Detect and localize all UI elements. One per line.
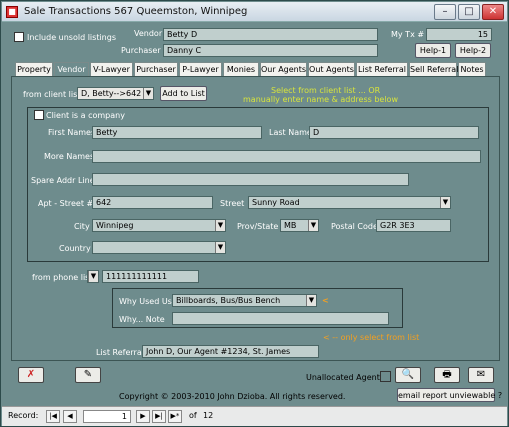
window-title: Sale Transactions 567 Queemston, Winnipe… [24, 6, 248, 17]
why-used-combo[interactable]: Billboards, Bus/Bus Bench ▼ [172, 294, 317, 307]
help-2-button[interactable]: Help-2 [455, 43, 491, 58]
apt-street-field[interactable]: 642 [92, 196, 213, 209]
total-records: 12 [203, 411, 214, 420]
tab-list-referral[interactable]: List Referral [356, 62, 408, 77]
first-names-field[interactable]: Betty [92, 126, 262, 139]
first-record-icon[interactable]: |◀ [46, 410, 60, 423]
chevron-down-icon[interactable]: ▼ [88, 271, 98, 282]
list-referral-label: List Referral [96, 348, 144, 357]
minimize-button[interactable]: – [434, 4, 456, 20]
city-label: City [74, 222, 90, 231]
tab-notes[interactable]: Notes [458, 62, 486, 77]
unallocated-agents-checkbox[interactable] [380, 371, 391, 382]
unallocated-agents-label: Unallocated Agents [306, 373, 384, 382]
preview-report-icon[interactable]: 🔍 [395, 367, 421, 383]
help-1-button[interactable]: Help-1 [415, 43, 451, 58]
prov-state-label: Prov/State [237, 222, 279, 231]
tab-p-lawyer[interactable]: P-Lawyer [179, 62, 222, 77]
tab-monies[interactable]: Monies [223, 62, 259, 77]
chevron-down-icon[interactable]: ▼ [215, 220, 225, 231]
street-combo[interactable]: Sunny Road ▼ [248, 196, 451, 209]
edit-record-icon[interactable]: ✎ [75, 367, 101, 383]
city-value: Winnipeg [96, 221, 134, 230]
chevron-down-icon[interactable]: ▼ [215, 242, 225, 253]
postal-code-field[interactable]: G2R 3E3 [376, 219, 451, 232]
mytx-label: My Tx # [391, 30, 425, 39]
mytx-field[interactable]: 15 [426, 28, 492, 41]
chevron-down-icon[interactable]: ▼ [308, 220, 318, 231]
application-window: ■ Sale Transactions 567 Queemston, Winni… [0, 0, 509, 427]
email-icon[interactable]: ✉ [468, 367, 494, 383]
title-bar[interactable]: ■ Sale Transactions 567 Queemston, Winni… [2, 2, 507, 22]
client-list-label: from client list [23, 90, 81, 99]
tab-out-agents[interactable]: Out Agents [308, 62, 355, 77]
vendor-label: Vendor [134, 29, 163, 38]
last-name-label: Last Name [269, 128, 312, 137]
city-combo[interactable]: Winnipeg ▼ [92, 219, 226, 232]
record-label: Record: [8, 411, 39, 420]
previous-record-icon[interactable]: ◀ [63, 410, 77, 423]
app-red-icon: ■ [6, 6, 18, 18]
country-label: Country [59, 244, 91, 253]
more-names-label: More Names [44, 152, 95, 161]
close-button[interactable]: ✕ [482, 4, 504, 20]
prov-state-combo[interactable]: MB ▼ [280, 219, 319, 232]
new-record-icon[interactable]: ▶* [168, 410, 182, 423]
more-names-field[interactable] [92, 150, 481, 163]
hint-line-2: manually enter name & address below [243, 95, 398, 104]
email-report-button[interactable]: email report unviewable ? [397, 388, 502, 402]
phone-field[interactable]: 111111111111 [102, 270, 199, 283]
vendor-field[interactable]: Betty D [163, 28, 378, 41]
country-combo[interactable]: ▼ [92, 241, 226, 254]
why-note-label: Why... Note [119, 315, 165, 324]
tab-sell-referral[interactable]: Sell Referral [409, 62, 458, 77]
last-name-field[interactable]: D [309, 126, 479, 139]
copyright-text: Copyright © 2003-2010 John Dzioba. All r… [119, 392, 346, 401]
delete-record-icon[interactable]: ✗ [18, 367, 44, 383]
of-label: of [189, 411, 197, 420]
client-company-checkbox[interactable] [34, 110, 44, 120]
street-value: Sunny Road [252, 198, 300, 207]
chevron-down-icon[interactable]: ▼ [143, 88, 153, 99]
first-names-label: First Names [48, 128, 96, 137]
last-record-icon[interactable]: ▶| [152, 410, 166, 423]
tab-our-agents[interactable]: Our Agents [260, 62, 307, 77]
tab-property[interactable]: Property [15, 62, 53, 77]
phone-list-label: from phone list [32, 273, 93, 282]
client-list-combo[interactable]: D, Betty-->642 Su ▼ [77, 87, 154, 100]
spare-addr-label: Spare Addr Line [31, 176, 95, 185]
current-record-input[interactable]: 1 [83, 410, 131, 423]
apt-street-label: Apt - Street # [38, 199, 94, 208]
record-navigation-bar: Record: |◀ ◀ 1 ▶ ▶| ▶* of 12 [2, 406, 507, 426]
why-used-value: Billboards, Bus/Bus Bench [176, 296, 281, 305]
chevron-down-icon[interactable]: ▼ [440, 197, 450, 208]
why-used-marker: < [322, 296, 329, 305]
tab-strip: Property Vendor V-Lawyer Purchaser P-Law… [11, 62, 486, 78]
why-used-label: Why Used Us [119, 297, 172, 306]
tab-v-lawyer[interactable]: V-Lawyer [90, 62, 133, 77]
prov-state-value: MB [284, 221, 297, 230]
tab-purchaser[interactable]: Purchaser [134, 62, 178, 77]
print-icon[interactable]: 🖶 [434, 367, 460, 383]
only-select-note: < -- only select from list [323, 333, 420, 342]
street-label: Street [220, 199, 245, 208]
purchaser-field[interactable]: Danny C [163, 44, 378, 57]
spare-addr-field[interactable] [92, 173, 409, 186]
maximize-button[interactable]: □ [458, 4, 480, 20]
postal-code-label: Postal Code [331, 222, 378, 231]
list-referral-field[interactable]: John D, Our Agent #1234, St. James [142, 345, 319, 358]
why-note-field[interactable] [172, 312, 389, 325]
next-record-icon[interactable]: ▶ [136, 410, 150, 423]
purchaser-label: Purchaser [121, 46, 161, 55]
include-unsold-label: Include unsold listings [27, 33, 116, 42]
include-unsold-checkbox[interactable] [14, 32, 24, 42]
add-to-list-button[interactable]: Add to List [160, 86, 207, 101]
phone-list-combo[interactable]: ▼ [87, 270, 99, 283]
chevron-down-icon[interactable]: ▼ [306, 295, 316, 306]
client-company-label: Client is a company [46, 111, 125, 120]
